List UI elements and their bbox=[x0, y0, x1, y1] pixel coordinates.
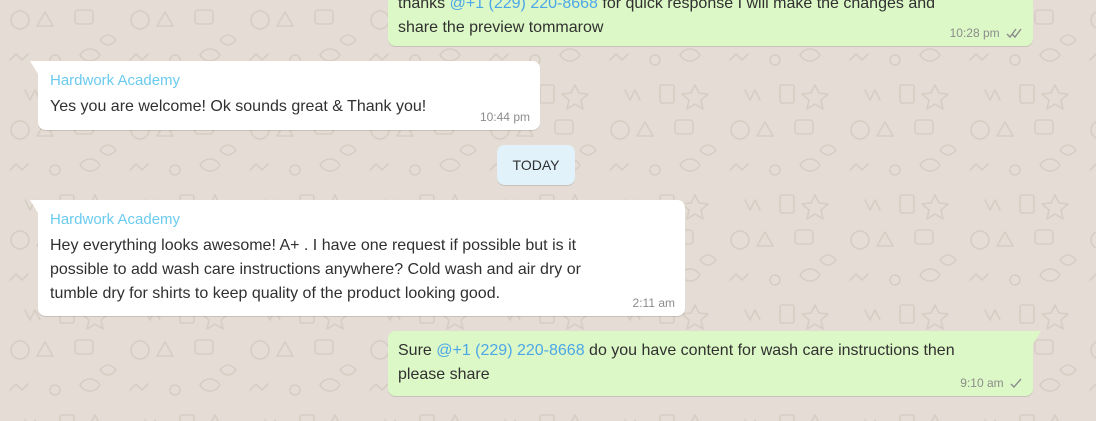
message-bubble-outgoing[interactable]: thanks @+1 (229) 220-8668 for quick resp… bbox=[388, 0, 1033, 46]
message-meta: 9:10 am bbox=[960, 376, 1023, 391]
message-bubble-incoming[interactable]: Hardwork Academy Hey everything looks aw… bbox=[30, 200, 685, 316]
message-text: please share bbox=[398, 366, 490, 383]
message-text: Sure @+1 (229) 220-8668 do you have cont… bbox=[398, 342, 955, 359]
message-text-line: Hey everything looks awesome! A+ . I hav… bbox=[50, 237, 577, 254]
message-text: Yes you are welcome! Ok sounds great & T… bbox=[50, 98, 427, 115]
message-text-line: tumble dry for shirts to keep quality of… bbox=[50, 285, 501, 302]
message-time: 9:10 am bbox=[960, 376, 1004, 390]
message-time: 2:11 am bbox=[632, 296, 675, 310]
sender-name[interactable]: Hardwork Academy bbox=[50, 210, 673, 230]
sender-name[interactable]: Hardwork Academy bbox=[50, 71, 528, 91]
bubble-tail bbox=[30, 61, 38, 74]
double-check-icon bbox=[1006, 28, 1022, 39]
message-text: share the preview tommarow bbox=[398, 19, 604, 36]
message-bubble-incoming[interactable]: Hardwork Academy Yes you are welcome! Ok… bbox=[30, 61, 540, 130]
message-text-line: possible to add wash care instructions a… bbox=[50, 261, 581, 278]
message-text: thanks @+1 (229) 220-8668 for quick resp… bbox=[398, 0, 1023, 16]
date-divider-today: TODAY bbox=[497, 145, 575, 185]
message-bubble-outgoing[interactable]: Sure @+1 (229) 220-8668 do you have cont… bbox=[388, 331, 1041, 396]
message-time: 10:44 pm bbox=[479, 110, 530, 124]
message-time: 10:28 pm bbox=[949, 26, 1000, 40]
message-meta: 10:28 pm bbox=[950, 26, 1023, 41]
mention-link[interactable]: @+1 (229) 220-8668 bbox=[436, 342, 584, 359]
bubble-tail bbox=[1033, 331, 1041, 344]
bubble-tail bbox=[30, 200, 38, 213]
single-check-icon bbox=[1010, 378, 1022, 389]
mention-link[interactable]: @+1 (229) 220-8668 bbox=[450, 0, 598, 12]
